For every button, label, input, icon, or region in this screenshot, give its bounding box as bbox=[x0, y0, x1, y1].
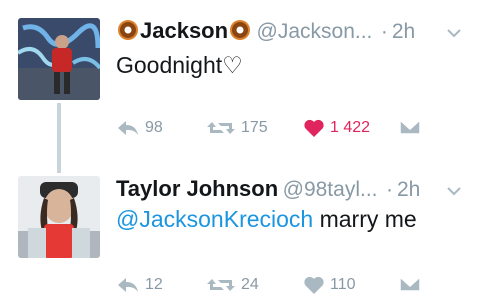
thread-connector-line bbox=[57, 103, 61, 173]
timestamp[interactable]: 2h bbox=[392, 20, 415, 43]
chevron-down-icon[interactable] bbox=[443, 180, 465, 202]
heart-icon bbox=[304, 119, 324, 137]
retweet-button[interactable]: 24 bbox=[206, 275, 259, 295]
reply-icon bbox=[118, 278, 138, 292]
like-button[interactable]: 110 bbox=[303, 275, 356, 295]
handle[interactable]: @98tayl... bbox=[283, 178, 378, 201]
retweet-icon bbox=[207, 122, 235, 134]
heart-icon bbox=[304, 276, 324, 294]
tweet-actions: 98 175 1 422 bbox=[116, 118, 466, 142]
chevron-down-icon[interactable] bbox=[443, 22, 465, 44]
avatar-jackson[interactable] bbox=[18, 18, 100, 100]
tweet-header: Taylor Johnson @98tayl... · 2h bbox=[116, 176, 420, 202]
tweet-header: Jackson @Jackson... · 2h bbox=[116, 18, 415, 46]
envelope-icon bbox=[399, 276, 421, 292]
tweet-1[interactable]: Jackson @Jackson... · 2h Goodnight♡ 98 17… bbox=[0, 0, 480, 170]
timestamp[interactable]: 2h bbox=[397, 178, 420, 201]
mention-link[interactable]: @JacksonKrecioch bbox=[116, 206, 313, 232]
avatar-image bbox=[18, 176, 100, 258]
tweet-text-body: marry me bbox=[313, 206, 417, 232]
tweet-actions: 12 24 110 bbox=[116, 275, 466, 299]
display-name[interactable]: Taylor Johnson bbox=[116, 176, 278, 201]
separator: · bbox=[385, 178, 393, 201]
reply-button[interactable]: 98 bbox=[116, 118, 163, 138]
reply-count: 12 bbox=[145, 276, 163, 293]
reply-count: 98 bbox=[145, 119, 163, 136]
display-name[interactable]: Jackson bbox=[140, 18, 228, 43]
like-count: 110 bbox=[330, 276, 356, 293]
retweet-count: 24 bbox=[241, 276, 259, 293]
tweet-text: @JacksonKrecioch marry me bbox=[116, 206, 417, 233]
reply-button[interactable]: 12 bbox=[116, 275, 163, 295]
separator: · bbox=[380, 20, 388, 43]
retweet-count: 175 bbox=[241, 119, 268, 136]
direct-message-button[interactable] bbox=[399, 118, 421, 136]
like-count: 1 422 bbox=[330, 119, 371, 136]
avatar-taylor[interactable] bbox=[18, 176, 100, 258]
retweet-button[interactable]: 175 bbox=[206, 118, 268, 138]
tweet-text: Goodnight♡ bbox=[116, 52, 243, 78]
like-button[interactable]: 1 422 bbox=[303, 118, 370, 138]
tweet-2[interactable]: Taylor Johnson @98tayl... · 2h @JacksonKr… bbox=[0, 170, 480, 308]
direct-message-button[interactable] bbox=[399, 275, 421, 293]
avatar-image bbox=[18, 18, 100, 100]
handle[interactable]: @Jackson... bbox=[257, 20, 373, 43]
envelope-icon bbox=[399, 119, 421, 135]
reply-icon bbox=[118, 121, 138, 135]
donut-emoji-icon bbox=[229, 19, 251, 46]
retweet-icon bbox=[207, 279, 235, 291]
donut-emoji-icon bbox=[117, 19, 139, 46]
